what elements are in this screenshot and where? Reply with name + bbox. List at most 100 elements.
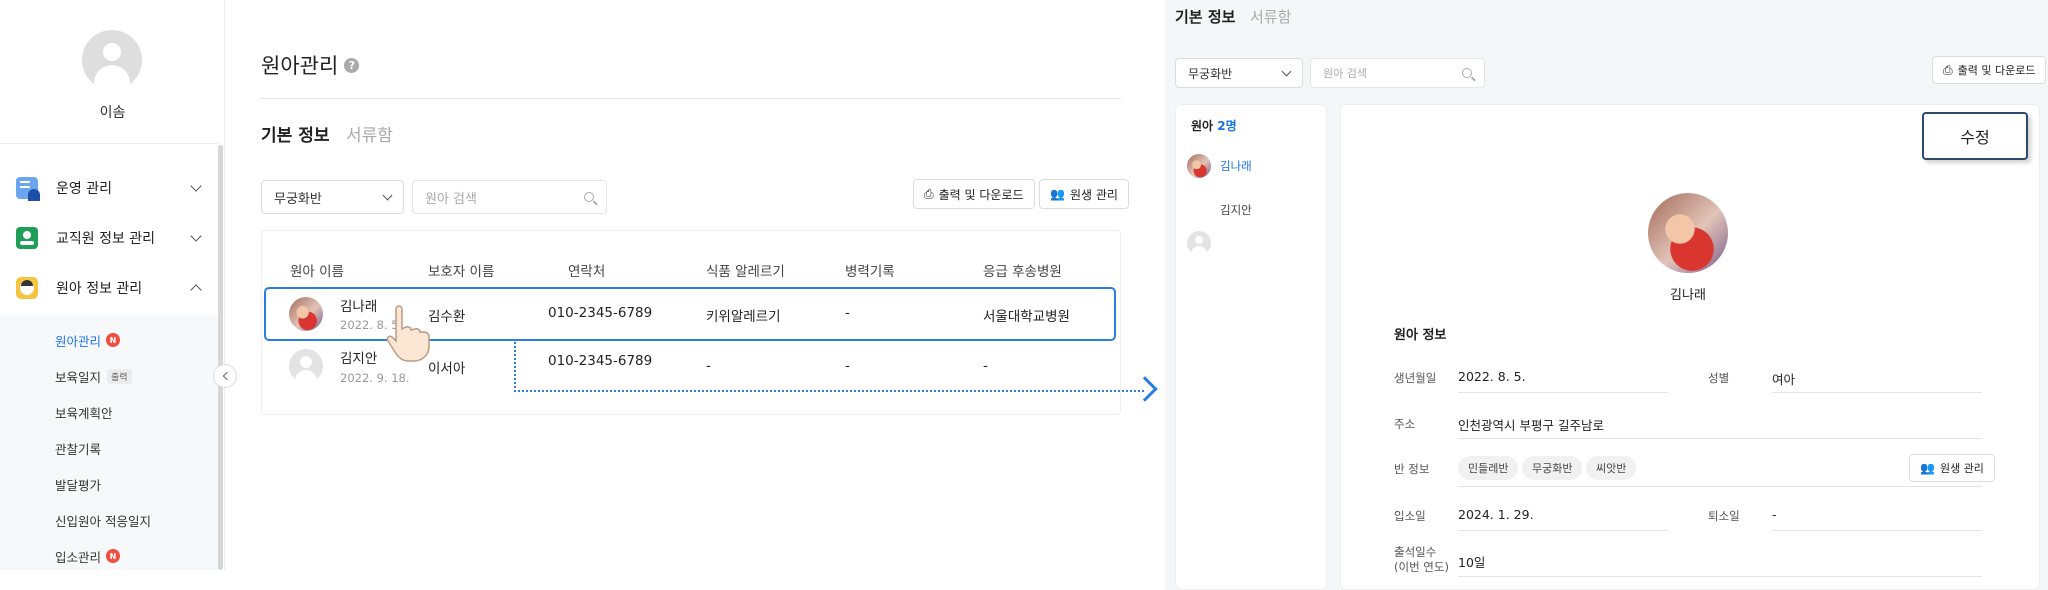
submenu-daily-log[interactable]: 보육일지 출력 — [55, 366, 132, 386]
cell-allergy: 키위알레르기 — [706, 309, 781, 325]
value-attendance: 10일 — [1458, 555, 1486, 570]
header-phone: 연락처 — [568, 264, 606, 280]
cell-history: - — [845, 358, 850, 374]
header-child-name: 원아 이름 — [290, 264, 344, 280]
profile-name: 김나래 — [1670, 288, 1706, 303]
field-underline — [1458, 530, 1668, 531]
submenu-label: 보육계획안 — [55, 405, 113, 421]
value-address: 인천광역시 부평구 길주남로 — [1458, 418, 1604, 433]
edit-button[interactable]: 수정 — [1922, 112, 2028, 160]
new-badge: N — [106, 333, 121, 347]
flow-line-vertical — [514, 342, 516, 392]
detail-search-input[interactable]: 원아 검색 — [1310, 58, 1485, 88]
submenu-label: 입소관리 — [55, 549, 102, 565]
field-underline — [1458, 486, 1982, 487]
field-underline — [1458, 438, 1982, 439]
building-icon — [16, 177, 40, 201]
submenu-label: 신입원아 적응일지 — [55, 513, 151, 529]
search-placeholder: 원아 검색 — [425, 191, 477, 207]
id-card-icon — [16, 227, 38, 249]
label-gender: 성별 — [1708, 371, 1730, 385]
collapse-sidebar-button[interactable] — [213, 364, 237, 388]
search-icon — [584, 192, 594, 202]
child-photo — [1187, 154, 1211, 178]
label-enroll-date: 입소일 — [1394, 509, 1426, 523]
student-management-button[interactable]: 👥 원생 관리 — [1039, 179, 1129, 209]
class-select-value: 무궁화반 — [1188, 66, 1233, 81]
submenu-label: 발달평가 — [55, 477, 102, 493]
chevron-down-icon — [190, 180, 202, 192]
detail-student-management-button[interactable]: 👥 원생 관리 — [1909, 454, 1995, 482]
child-list-item-selected[interactable]: 김나래 — [1220, 158, 1252, 174]
page-title: 원아관리 ? — [261, 50, 360, 80]
label-class-info: 반 정보 — [1394, 462, 1430, 476]
detail-tab-basic-info[interactable]: 기본 정보 — [1175, 6, 1235, 27]
arrow-right-icon — [1132, 376, 1158, 402]
menu-child-info[interactable]: 원아 정보 관리 — [16, 274, 206, 302]
child-search-input[interactable]: 원아 검색 — [412, 180, 607, 214]
child-avatar-placeholder — [1187, 231, 1211, 255]
tab-documents[interactable]: 서류함 — [346, 121, 393, 146]
label-leave-date: 퇴소일 — [1708, 509, 1740, 523]
page-title-text: 원아관리 — [261, 54, 339, 78]
cell-hospital: - — [983, 358, 988, 374]
child-count-value: 2명 — [1217, 119, 1237, 133]
button-label: 출력 및 다운로드 — [938, 187, 1024, 202]
printer-icon: ⎙ — [1943, 62, 1953, 77]
child-face-icon — [16, 277, 38, 299]
chevron-down-icon — [190, 230, 202, 242]
menu-operation[interactable]: 운영 관리 — [16, 174, 206, 202]
submenu-plan[interactable]: 보육계획안 — [55, 402, 113, 422]
print-tag: 출력 — [107, 368, 132, 384]
sidebar-divider — [0, 143, 218, 144]
cell-child-dob: 2022. 9. 18. — [340, 371, 410, 385]
detail-tab-documents[interactable]: 서류함 — [1250, 6, 1291, 27]
submenu-admission[interactable]: 입소관리 N — [55, 546, 121, 566]
field-underline — [1772, 530, 1982, 531]
class-chip: 씨앗반 — [1586, 456, 1637, 480]
field-underline — [1458, 392, 1668, 393]
sidebar-scrollbar[interactable] — [218, 145, 223, 570]
menu-label: 교직원 정보 관리 — [56, 231, 156, 247]
profile-photo — [1648, 193, 1728, 273]
label-address: 주소 — [1394, 417, 1416, 431]
label-dob: 생년월일 — [1394, 371, 1437, 385]
help-icon[interactable]: ? — [344, 57, 360, 73]
pointer-hand-icon — [386, 305, 430, 362]
search-placeholder: 원아 검색 — [1323, 67, 1367, 80]
chevron-left-icon — [222, 371, 231, 381]
chevron-down-icon — [1281, 66, 1292, 76]
header-allergy: 식품 알레르기 — [706, 264, 785, 280]
label-attendance-line2: (이번 연도) — [1394, 560, 1449, 574]
section-title: 원아 정보 — [1394, 328, 1447, 343]
submenu-label: 관찰기록 — [55, 441, 102, 457]
child-list-item[interactable]: 김지안 — [1220, 202, 1252, 218]
search-icon — [1462, 68, 1472, 78]
menu-staff[interactable]: 교직원 정보 관리 — [16, 224, 206, 252]
cell-allergy: - — [706, 358, 711, 374]
cell-phone: 010-2345-6789 — [548, 305, 653, 321]
tab-basic-info[interactable]: 기본 정보 — [261, 121, 329, 146]
child-photo — [289, 297, 323, 331]
class-chip: 민들레반 — [1458, 456, 1519, 480]
submenu-observation[interactable]: 관찰기록 — [55, 438, 101, 458]
users-icon: 👥 — [1920, 461, 1935, 475]
label-attendance-line1: 출석일수 — [1394, 545, 1437, 559]
submenu-development[interactable]: 발달평가 — [55, 474, 101, 494]
detail-print-download-button[interactable]: ⎙ 출력 및 다운로드 — [1932, 56, 2047, 84]
submenu-adaptation[interactable]: 신입원아 적응일지 — [55, 510, 151, 530]
child-detail-panel — [1340, 104, 2040, 590]
value-leave-date: - — [1772, 507, 1777, 522]
user-avatar[interactable] — [82, 30, 142, 90]
class-select[interactable]: 무궁화반 — [261, 180, 404, 214]
submenu-label: 원아관리 — [55, 333, 102, 349]
submenu-child-management[interactable]: 원아관리 N — [55, 330, 121, 350]
submenu-panel — [0, 315, 218, 570]
detail-class-select[interactable]: 무궁화반 — [1175, 58, 1303, 88]
print-download-button[interactable]: ⎙ 출력 및 다운로드 — [913, 179, 1035, 209]
printer-icon: ⎙ — [924, 186, 934, 201]
header-emergency-hospital: 응급 후송병원 — [983, 264, 1062, 280]
label-attendance: 출석일수 (이번 연도) — [1394, 545, 1449, 575]
field-underline — [1458, 576, 1982, 577]
value-enroll-date: 2024. 1. 29. — [1458, 507, 1534, 522]
